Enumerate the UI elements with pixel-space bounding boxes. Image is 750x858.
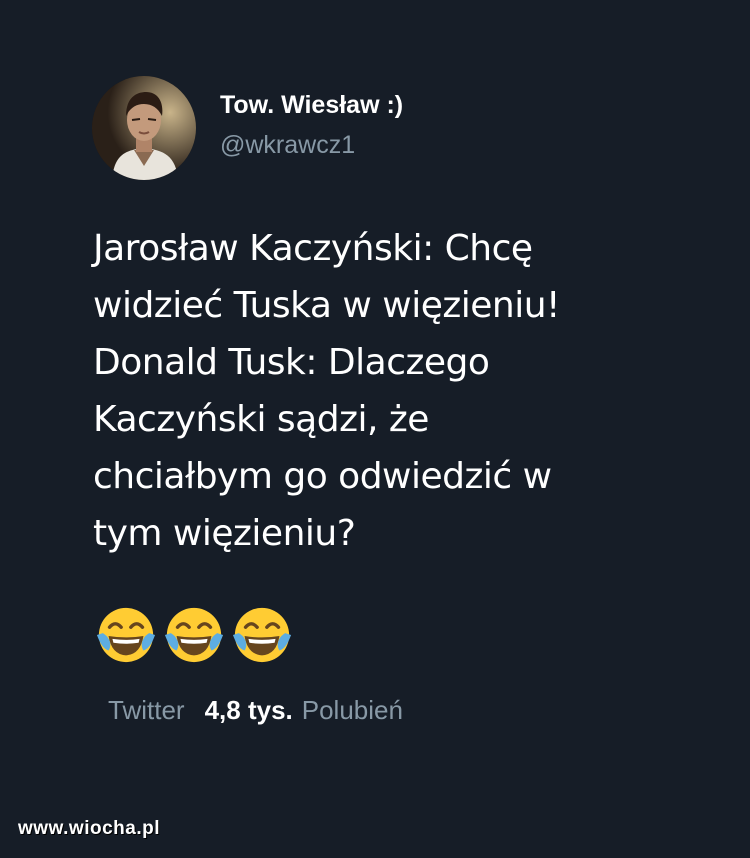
likes-count[interactable]: 4,8 tys. — [205, 693, 293, 727]
watermark: www.wiocha.pl — [18, 818, 160, 839]
tears-of-joy-emoji-icon — [96, 607, 156, 663]
display-name[interactable]: Tow. Wiesław :) — [220, 90, 403, 120]
tweet-line: tym więzieniu? — [93, 513, 356, 554]
profile-photo-icon — [92, 76, 196, 180]
likes-label[interactable]: Polubień — [302, 693, 403, 727]
source-label[interactable]: Twitter — [108, 693, 185, 727]
tears-of-joy-emoji-icon — [232, 607, 292, 663]
tweet-line: Jarosław Kaczyński: Chcę — [93, 228, 533, 269]
tweet-line: chciałbym go odwiedzić w — [93, 456, 552, 497]
tweet-text: Jarosław Kaczyński: Chcę widzieć Tuska w… — [93, 220, 733, 562]
tweet-meta: Twitter 4,8 tys. Polubień — [108, 693, 403, 727]
tweet-line: Donald Tusk: Dlaczego — [93, 342, 490, 383]
tweet-line: widzieć Tuska w więzieniu! — [93, 285, 561, 326]
avatar[interactable] — [92, 76, 196, 180]
tears-of-joy-emoji-icon — [164, 607, 224, 663]
user-handle[interactable]: @wkrawcz1 — [220, 130, 355, 160]
emoji-row — [95, 604, 293, 664]
tweet-line: Kaczyński sądzi, że — [93, 399, 429, 440]
